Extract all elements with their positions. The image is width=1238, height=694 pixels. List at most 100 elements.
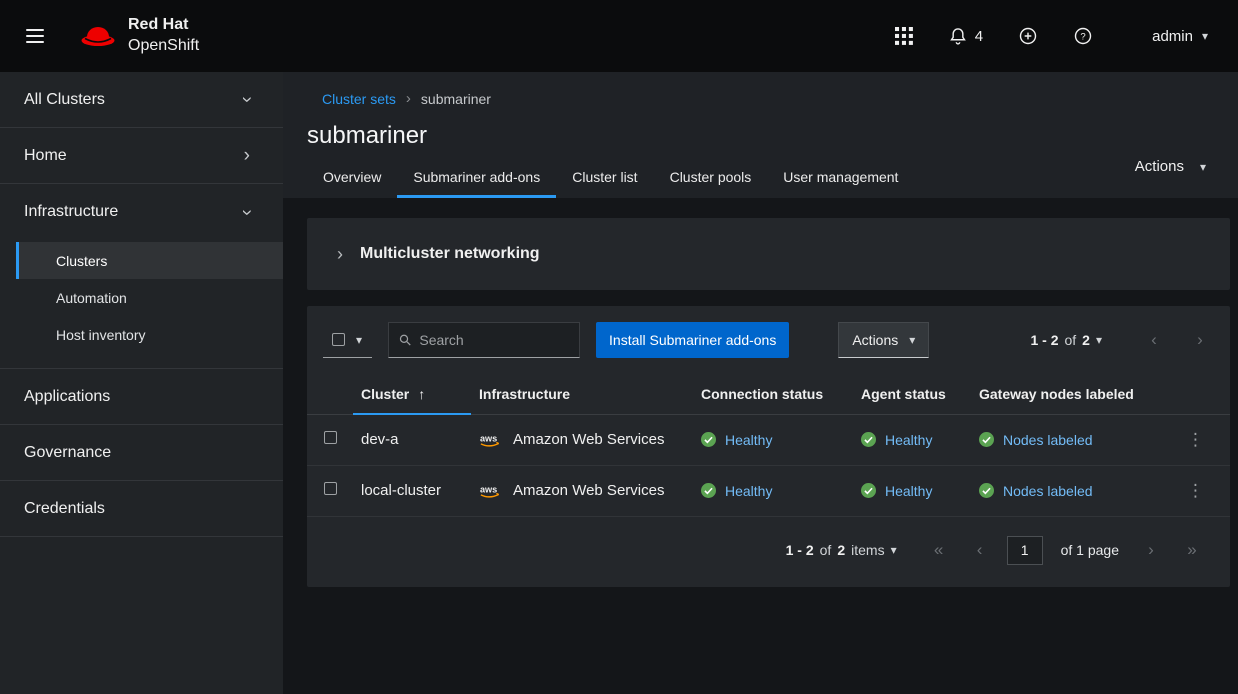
sidebar-item-label: Credentials [24,500,105,518]
app-launcher-button[interactable] [891,23,917,49]
help-button[interactable]: ? [1069,22,1097,50]
column-header-cluster[interactable]: Cluster↑ [353,374,471,414]
prev-page-button[interactable]: ‹ [1140,328,1168,352]
cluster-name: local-cluster [361,482,441,499]
caret-down-icon: ▾ [356,334,362,346]
infrastructure-name: Amazon Web Services [513,482,664,499]
page-actions-dropdown[interactable]: Actions ▾ [1135,158,1206,175]
caret-down-icon: ▾ [891,544,897,556]
last-page-button[interactable]: » [1178,538,1206,562]
next-page-button[interactable]: › [1137,538,1165,562]
svg-text:aws: aws [480,484,497,494]
create-button[interactable] [1014,22,1042,50]
first-page-button[interactable]: « [925,538,953,562]
breadcrumb-separator-icon: › [406,90,411,107]
pagination-items-label: items [851,542,884,558]
row-checkbox[interactable] [324,431,337,444]
page-of-label: of 1 page [1061,542,1119,558]
tab-cluster-list[interactable]: Cluster list [556,159,653,198]
pagination-bottom-menu[interactable]: 1 - 2 of 2 items ▾ [786,542,897,558]
search-box [388,322,580,358]
column-header-gateway-nodes[interactable]: Gateway nodes labeled [971,374,1153,414]
install-submariner-button[interactable]: Install Submariner add-ons [596,322,789,358]
page-number-input[interactable] [1007,536,1043,565]
notifications-button[interactable]: 4 [944,22,987,50]
page-title: submariner [307,122,1238,150]
chevron-right-icon: › [244,146,250,165]
search-input[interactable] [419,332,569,348]
actions-column-header [1153,374,1230,414]
sidebar-item-label: Home [24,147,67,165]
tab-submariner-add-ons[interactable]: Submariner add-ons [397,159,556,198]
gateway-nodes-link[interactable]: Nodes labeled [1003,432,1093,448]
infrastructure-subnav: Clusters Automation Host inventory [0,240,283,369]
caret-down-icon: ▾ [1200,161,1206,173]
aws-icon: aws [479,483,504,499]
row-kebab-menu[interactable]: ⋮ [1187,430,1204,450]
expand-toggle-button[interactable]: › [337,244,343,265]
success-check-icon [979,432,994,447]
hamburger-icon [26,29,44,31]
agent-status-link[interactable]: Healthy [885,432,932,448]
sidebar-item-automation[interactable]: Automation [16,279,283,316]
tab-user-management[interactable]: User management [767,159,914,198]
gateway-nodes-link[interactable]: Nodes labeled [1003,483,1093,499]
tab-cluster-pools[interactable]: Cluster pools [654,159,768,198]
table-actions-dropdown[interactable]: Actions ▾ [838,322,929,358]
sidebar-item-credentials[interactable]: Credentials [0,481,283,537]
pagination-total: 2 [1082,332,1090,348]
sidebar-item-label: Infrastructure [24,203,118,221]
next-page-button[interactable]: › [1186,328,1214,352]
sidebar-item-applications[interactable]: Applications [0,369,283,425]
search-icon [399,333,411,347]
table-header-row: Cluster↑ Infrastructure Connection statu… [307,374,1230,414]
aws-icon: aws [479,432,504,448]
multicluster-networking-card: › Multicluster networking [307,218,1230,290]
sidebar-item-label: Host inventory [56,327,145,343]
actions-label: Actions [1135,158,1184,175]
sidebar-item-host-inventory[interactable]: Host inventory [16,316,283,353]
sidebar-item-clusters[interactable]: Clusters [16,242,283,279]
column-header-agent-status[interactable]: Agent status [853,374,971,414]
cluster-selector[interactable]: All Clusters › [0,72,283,128]
row-kebab-menu[interactable]: ⋮ [1187,481,1204,501]
card-title: Multicluster networking [360,245,540,263]
bulk-select-dropdown[interactable]: ▾ [323,322,372,358]
column-header-connection-status[interactable]: Connection status [693,374,853,414]
chevron-right-icon: › [337,244,343,264]
sidebar-item-home[interactable]: Home › [0,128,283,184]
infrastructure-name: Amazon Web Services [513,431,664,448]
caret-down-icon: ▾ [1096,334,1102,346]
tab-overview[interactable]: Overview [307,159,397,198]
sidebar-item-label: Applications [24,388,110,406]
page-body: › Multicluster networking ▾ [283,198,1238,694]
pagination-top-menu[interactable]: 1 - 2 of 2 ▾ [1030,332,1102,348]
pagination-range: 1 - 2 [786,542,814,558]
connection-status-link[interactable]: Healthy [725,483,772,499]
prev-page-button[interactable]: ‹ [966,538,994,562]
bulk-select-checkbox[interactable] [332,333,345,346]
sidebar-item-infrastructure[interactable]: Infrastructure › [0,184,283,240]
svg-text:aws: aws [480,433,497,443]
tab-bar: Overview Submariner add-ons Cluster list… [307,159,1238,198]
breadcrumb-cluster-sets-link[interactable]: Cluster sets [322,91,396,107]
connection-status-link[interactable]: Healthy [725,432,772,448]
sidebar-item-label: Automation [56,290,127,306]
red-hat-logo-icon [78,21,118,51]
pagination-bottom: 1 - 2 of 2 items ▾ « ‹ of 1 page › » [307,517,1230,587]
nav-toggle-button[interactable] [20,23,50,49]
caret-down-icon: ▾ [909,334,915,346]
breadcrumb: Cluster sets › submariner [322,90,1238,107]
sidebar: All Clusters › Home › Infrastructure › C… [0,72,283,694]
clusters-table: Cluster↑ Infrastructure Connection statu… [307,374,1230,517]
user-menu[interactable]: admin ▾ [1152,28,1208,45]
success-check-icon [861,432,876,447]
column-header-infrastructure[interactable]: Infrastructure [471,374,693,414]
row-checkbox[interactable] [324,482,337,495]
cluster-name: dev-a [361,431,399,448]
breadcrumb-current: submariner [421,91,491,107]
infrastructure-cell: aws Amazon Web Services [479,482,685,499]
sidebar-item-governance[interactable]: Governance [0,425,283,481]
agent-status-link[interactable]: Healthy [885,483,932,499]
svg-text:?: ? [1080,32,1085,43]
